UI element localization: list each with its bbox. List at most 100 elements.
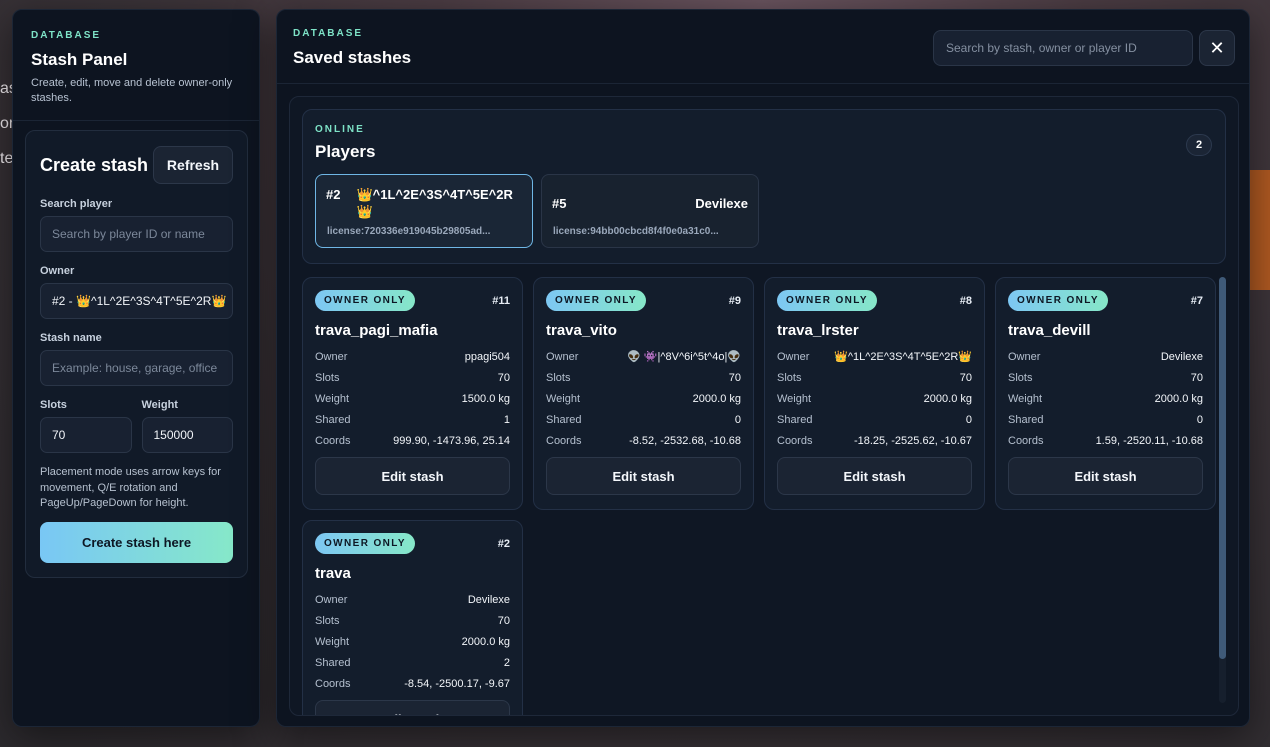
stash-content-area: ONLINE Players 2 #2 👑^1L^2E^3S^4T^5E^2R👑… [289,96,1239,716]
shared-value: 2 [503,656,510,669]
edit-stash-button[interactable]: Edit stash [315,457,510,495]
slots-key: Slots [777,371,802,384]
players-count-badge: 2 [1186,134,1212,156]
owner-value: Devilexe [1160,350,1203,363]
owner-only-badge: OWNER ONLY [315,290,415,311]
stash-number: #11 [492,294,510,307]
weight-label: Weight [141,399,178,411]
owner-select[interactable]: #2 - 👑^1L^2E^3S^4T^5E^2R👑 [40,283,233,319]
shared-value: 1 [503,413,510,426]
slots-value: 70 [497,614,510,627]
stash-card: OWNER ONLY #9 trava_vito Owner 👽 👾|^8V^6i… [533,277,754,510]
close-icon: ✕ [1209,37,1225,58]
scrollbar[interactable] [1219,277,1226,703]
saved-stashes-panel: DATABASE Saved stashes ✕ ONLINE Players … [276,9,1250,727]
slots-input[interactable] [40,417,132,453]
stash-number: #2 [497,537,510,550]
stash-card: OWNER ONLY #2 trava Owner Devilexe Slots 7… [302,520,523,715]
stash-number: #9 [728,294,741,307]
shared-key: Shared [546,413,582,426]
close-button[interactable]: ✕ [1199,30,1235,66]
search-player-input[interactable] [40,216,233,252]
placement-help-text: Placement mode uses arrow keys for movem… [40,466,221,509]
panel-title: Stash Panel [31,50,128,69]
stash-panel-header: DATABASE Stash Panel Create, edit, move … [13,10,259,121]
stash-name: trava_pagi_mafia [315,322,438,339]
weight-value: 2000.0 kg [461,635,510,648]
online-players-card: ONLINE Players 2 #2 👑^1L^2E^3S^4T^5E^2R👑… [302,109,1226,264]
slots-value: 70 [959,371,972,384]
coords-value: -8.54, -2500.17, -9.67 [404,677,510,690]
player-id: #2 [326,187,341,202]
shared-key: Shared [315,656,351,669]
coords-key: Coords [546,434,582,447]
weight-value: 2000.0 kg [1154,392,1203,405]
shared-value: 0 [1196,413,1203,426]
players-title: Players [315,142,376,161]
shared-value: 0 [734,413,741,426]
edit-stash-button[interactable]: Edit stash [777,457,972,495]
stash-card: OWNER ONLY #8 trava_lrster Owner 👑^1L^2E^… [764,277,985,510]
stash-number: #7 [1190,294,1203,307]
weight-input[interactable] [141,417,233,453]
stash-number: #8 [959,294,972,307]
create-stash-button[interactable]: Create stash here [40,521,233,563]
owner-value: 👑^1L^2E^3S^4T^5E^2R👑 [834,351,972,363]
weight-value: 1500.0 kg [461,392,510,405]
weight-key: Weight [777,392,812,405]
weight-key: Weight [546,392,581,405]
weight-key: Weight [315,635,350,648]
slots-key: Slots [315,614,340,627]
owner-key: Owner [315,593,348,606]
create-stash-card: Create stash Refresh Search player Owner… [25,130,248,578]
stash-name: trava [315,565,351,582]
player-name: Devilexe [695,196,748,211]
shared-key: Shared [1008,413,1044,426]
scrollbar-thumb[interactable] [1219,277,1226,659]
slots-key: Slots [1008,371,1033,384]
owner-key: Owner [315,350,348,363]
owner-only-badge: OWNER ONLY [546,290,646,311]
owner-only-badge: OWNER ONLY [1008,290,1108,311]
panel-subtitle: Create, edit, move and delete owner-only… [31,77,233,104]
player-tile[interactable]: #5 Devilexe license:94bb00cbcd8f4f0e0a31… [541,174,759,248]
stash-card: OWNER ONLY #11 trava_pagi_mafia Owner ppa… [302,277,523,510]
refresh-button[interactable]: Refresh [153,146,233,184]
owner-value: ppagi504 [464,350,510,363]
player-license: license:94bb00cbcd8f4f0e0a31c0... [553,226,719,237]
saved-stashes-header: DATABASE Saved stashes ✕ [277,10,1249,84]
owner-key: Owner [546,350,579,363]
weight-key: Weight [1008,392,1043,405]
coords-key: Coords [315,434,351,447]
slots-key: Slots [315,371,340,384]
search-player-label: Search player [40,198,113,210]
slots-label: Slots [40,399,67,411]
owner-key: Owner [777,350,810,363]
slots-value: 70 [1190,371,1203,384]
owner-label: Owner [40,265,75,277]
weight-value: 2000.0 kg [923,392,972,405]
edit-stash-button[interactable]: Edit stash [315,700,510,715]
player-tile[interactable]: #2 👑^1L^2E^3S^4T^5E^2R👑 license:720336e9… [315,174,533,248]
eyebrow-online: ONLINE [315,124,365,135]
stash-name: trava_devill [1008,322,1091,339]
eyebrow-database: DATABASE [31,30,102,41]
owner-key: Owner [1008,350,1041,363]
create-stash-title: Create stash [40,154,149,175]
stash-name-label: Stash name [40,332,102,344]
player-license: license:720336e919045b29805ad... [327,226,491,237]
weight-value: 2000.0 kg [692,392,741,405]
coords-value: -8.52, -2532.68, -10.68 [629,434,741,447]
edit-stash-button[interactable]: Edit stash [546,457,741,495]
owner-value: 👽 👾|^8V^6i^5t^4o|👽 [627,351,741,363]
stash-name-input[interactable] [40,350,233,386]
owner-only-badge: OWNER ONLY [315,533,415,554]
slots-value: 70 [497,371,510,384]
stash-search-input[interactable] [933,30,1193,66]
coords-key: Coords [315,677,351,690]
edit-stash-button[interactable]: Edit stash [1008,457,1203,495]
coords-key: Coords [777,434,813,447]
stash-panel: DATABASE Stash Panel Create, edit, move … [12,9,260,727]
stash-name: trava_lrster [777,322,859,339]
stash-name: trava_vito [546,322,617,339]
